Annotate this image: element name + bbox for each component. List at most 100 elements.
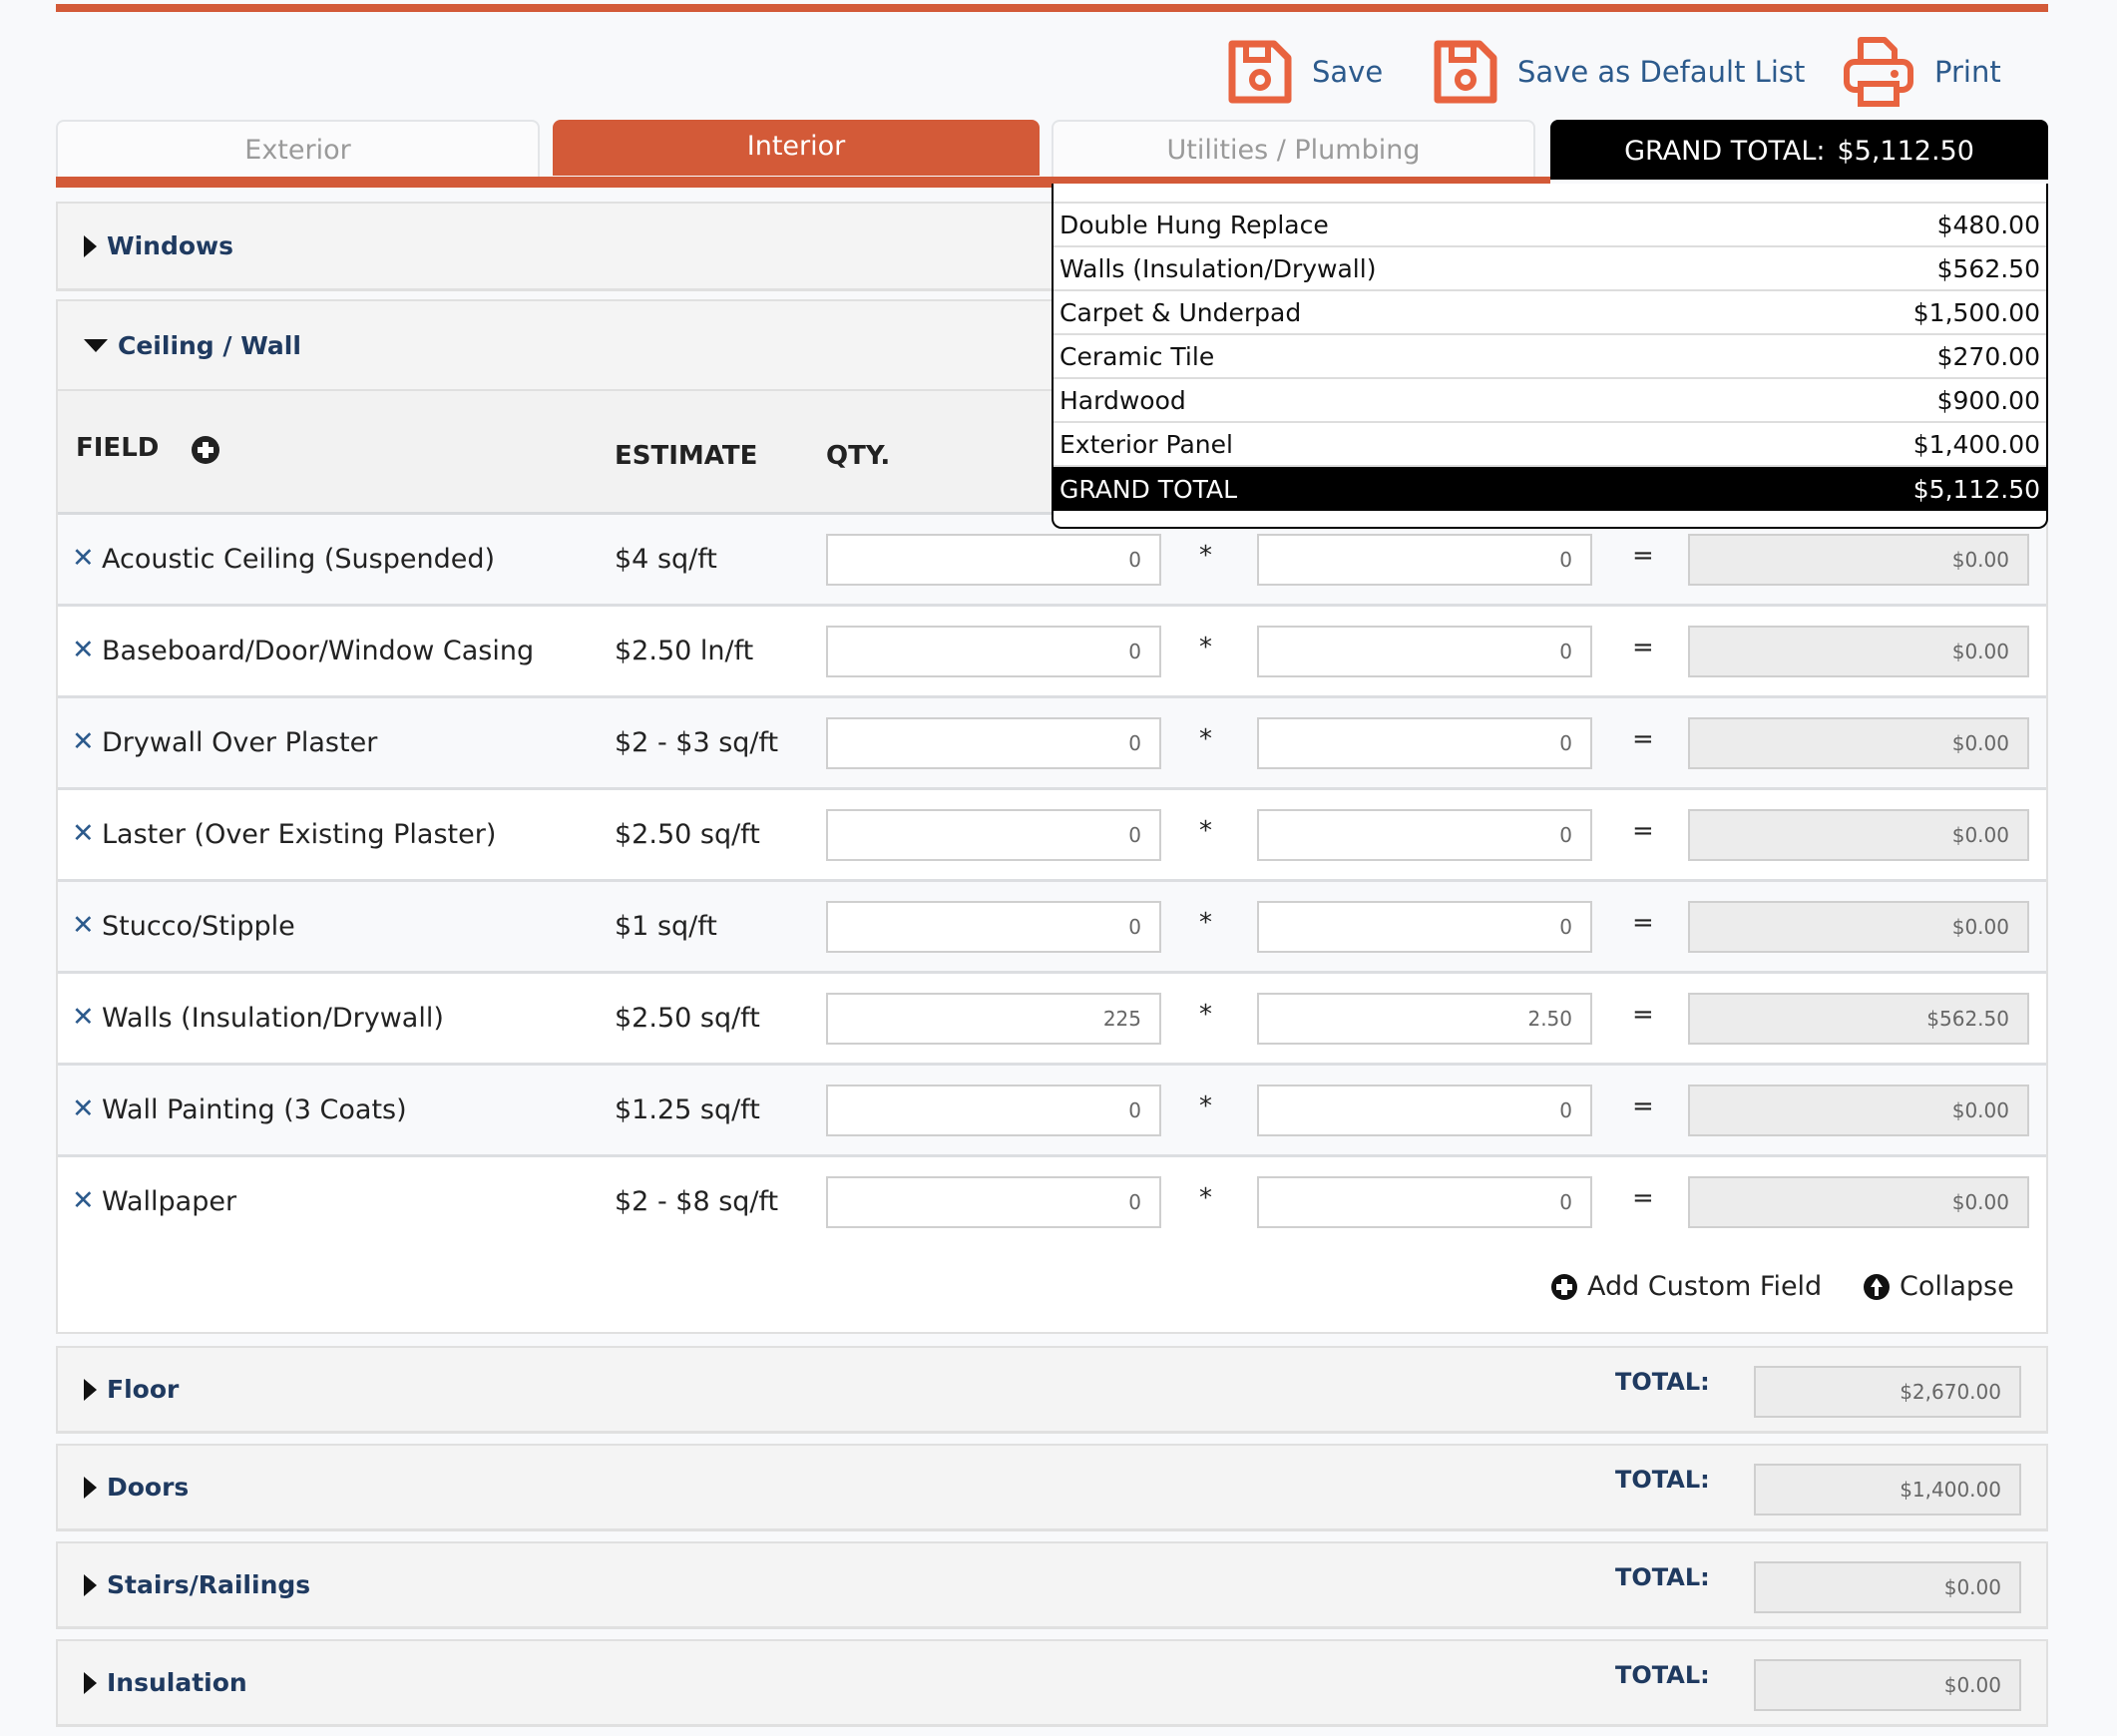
qty-input[interactable] [826, 1176, 1161, 1228]
add-custom-field-button[interactable]: Add Custom Field [1551, 1271, 1822, 1302]
popup-item-amount: $1,400.00 [1912, 429, 2040, 459]
row-total-field [1688, 717, 2029, 769]
price-input[interactable] [1257, 901, 1592, 953]
popup-total-value: $5,112.50 [1912, 474, 2040, 504]
section-footer: Add Custom Field Collapse [58, 1249, 2046, 1335]
equals-sign: = [1632, 908, 1654, 938]
section-total-value: $0.00 [1754, 1561, 2021, 1613]
tab-label: Utilities / Plumbing [1166, 134, 1421, 166]
add-field-icon[interactable] [192, 436, 219, 464]
caret-right-icon [84, 1476, 97, 1499]
price-input[interactable] [1257, 626, 1592, 677]
floppy-disk-icon [1228, 40, 1292, 104]
popup-item-name: Ceramic Tile [1059, 341, 1215, 371]
price-input[interactable] [1257, 1176, 1592, 1228]
section-total-label: TOTAL: [1615, 1661, 1710, 1689]
qty-input[interactable] [826, 993, 1161, 1045]
remove-icon[interactable]: ✕ [72, 1002, 95, 1033]
caret-right-icon [84, 1573, 97, 1596]
qty-input[interactable] [826, 626, 1161, 677]
qty-input[interactable] [826, 809, 1161, 861]
section-title: Windows [107, 231, 233, 260]
popup-item-amount: $900.00 [1936, 385, 2040, 415]
section-total-value: $2,670.00 [1754, 1366, 2021, 1418]
section-toggle[interactable]: Stairs/Railings [58, 1543, 2046, 1626]
print-label: Print [1934, 55, 2001, 89]
collapse-button[interactable]: Collapse [1864, 1271, 2014, 1302]
remove-icon[interactable]: ✕ [72, 1093, 95, 1124]
remove-icon[interactable]: ✕ [72, 910, 95, 941]
section-stairs-railings: Stairs/Railings TOTAL: $0.00 [56, 1541, 2048, 1629]
section-toggle[interactable]: Insulation [58, 1641, 2046, 1724]
multiply-sign: * [1199, 908, 1212, 938]
price-input[interactable] [1257, 717, 1592, 769]
estimate-value: $1 sq/ft [615, 911, 717, 942]
tab-label: Exterior [244, 134, 351, 166]
grand-total-label: GRAND TOTAL: [1624, 135, 1826, 167]
qty-input[interactable] [826, 901, 1161, 953]
remove-icon[interactable]: ✕ [72, 635, 95, 665]
grand-total-tab[interactable]: GRAND TOTAL: $5,112.50 [1550, 120, 2048, 180]
estimate-value: $2 - $8 sq/ft [615, 1186, 779, 1217]
section-title: Doors [107, 1473, 190, 1502]
grand-total-popup: Double Hung Replace $480.00 Walls (Insulat… [1052, 184, 2048, 529]
section-insulation: Insulation TOTAL: $0.00 [56, 1639, 2048, 1727]
price-input[interactable] [1257, 809, 1592, 861]
equals-sign: = [1632, 816, 1654, 846]
remove-icon[interactable]: ✕ [72, 543, 95, 574]
section-title: Ceiling / Wall [118, 330, 301, 360]
print-button[interactable]: Print [1841, 36, 2001, 108]
popup-item: Ceramic Tile $270.00 [1054, 333, 2046, 377]
field-name: Acoustic Ceiling (Suspended) [102, 544, 495, 575]
price-input[interactable] [1257, 534, 1592, 586]
popup-item: Hardwood $900.00 [1054, 377, 2046, 421]
multiply-sign: * [1199, 633, 1212, 662]
printer-icon [1844, 37, 1913, 107]
qty-input[interactable] [826, 717, 1161, 769]
remove-icon[interactable]: ✕ [72, 818, 95, 849]
field-name: Wall Painting (3 Coats) [102, 1094, 407, 1125]
column-header-qty: QTY. [826, 441, 891, 471]
equals-sign: = [1632, 1183, 1654, 1213]
remove-icon[interactable]: ✕ [72, 1185, 95, 1216]
row-total-field [1688, 993, 2029, 1045]
section-toggle[interactable]: Doors [58, 1446, 2046, 1528]
tab-utilities-plumbing[interactable]: Utilities / Plumbing [1052, 120, 1535, 178]
tab-exterior[interactable]: Exterior [56, 120, 540, 178]
price-input[interactable] [1257, 1085, 1592, 1136]
equals-sign: = [1632, 724, 1654, 754]
caret-down-icon [84, 338, 108, 352]
caret-right-icon [84, 1671, 97, 1694]
row-total-field [1688, 809, 2029, 861]
section-title: Stairs/Railings [107, 1570, 311, 1599]
qty-input[interactable] [826, 1085, 1161, 1136]
estimate-value: $2.50 sq/ft [615, 819, 760, 850]
multiply-sign: * [1199, 1000, 1212, 1030]
save-as-default-button[interactable]: Save as Default List [1432, 36, 1805, 108]
equals-sign: = [1632, 1091, 1654, 1121]
table-row: ✕ Baseboard/Door/Window Casing $2.50 ln/… [58, 607, 2046, 698]
estimate-value: $2.50 ln/ft [615, 636, 754, 666]
save-as-default-label: Save as Default List [1517, 55, 1806, 89]
section-title: Insulation [107, 1668, 247, 1697]
popup-item: Exterior Panel $1,400.00 [1054, 421, 2046, 465]
equals-sign: = [1632, 633, 1654, 662]
qty-input[interactable] [826, 534, 1161, 586]
estimate-value: $2 - $3 sq/ft [615, 727, 779, 758]
popup-list: Double Hung Replace $480.00 Walls (Insulat… [1054, 202, 2046, 511]
price-input[interactable] [1257, 993, 1592, 1045]
section-floor: Floor TOTAL: $2,670.00 [56, 1346, 2048, 1434]
popup-item-amount: $562.50 [1936, 253, 2040, 283]
field-name: Baseboard/Door/Window Casing [102, 636, 535, 666]
tab-interior[interactable]: Interior [553, 120, 1040, 176]
remove-icon[interactable]: ✕ [72, 726, 95, 757]
section-toggle[interactable]: Floor [58, 1348, 2046, 1431]
multiply-sign: * [1199, 1091, 1212, 1121]
section-title: Floor [107, 1375, 180, 1404]
popup-item: Walls (Insulation/Drywall) $562.50 [1054, 245, 2046, 289]
caret-right-icon [84, 234, 97, 257]
floppy-disk-icon [1434, 40, 1497, 104]
popup-item-name: Walls (Insulation/Drywall) [1059, 253, 1377, 283]
popup-item-name: Double Hung Replace [1059, 210, 1329, 239]
save-button[interactable]: Save [1226, 36, 1383, 108]
